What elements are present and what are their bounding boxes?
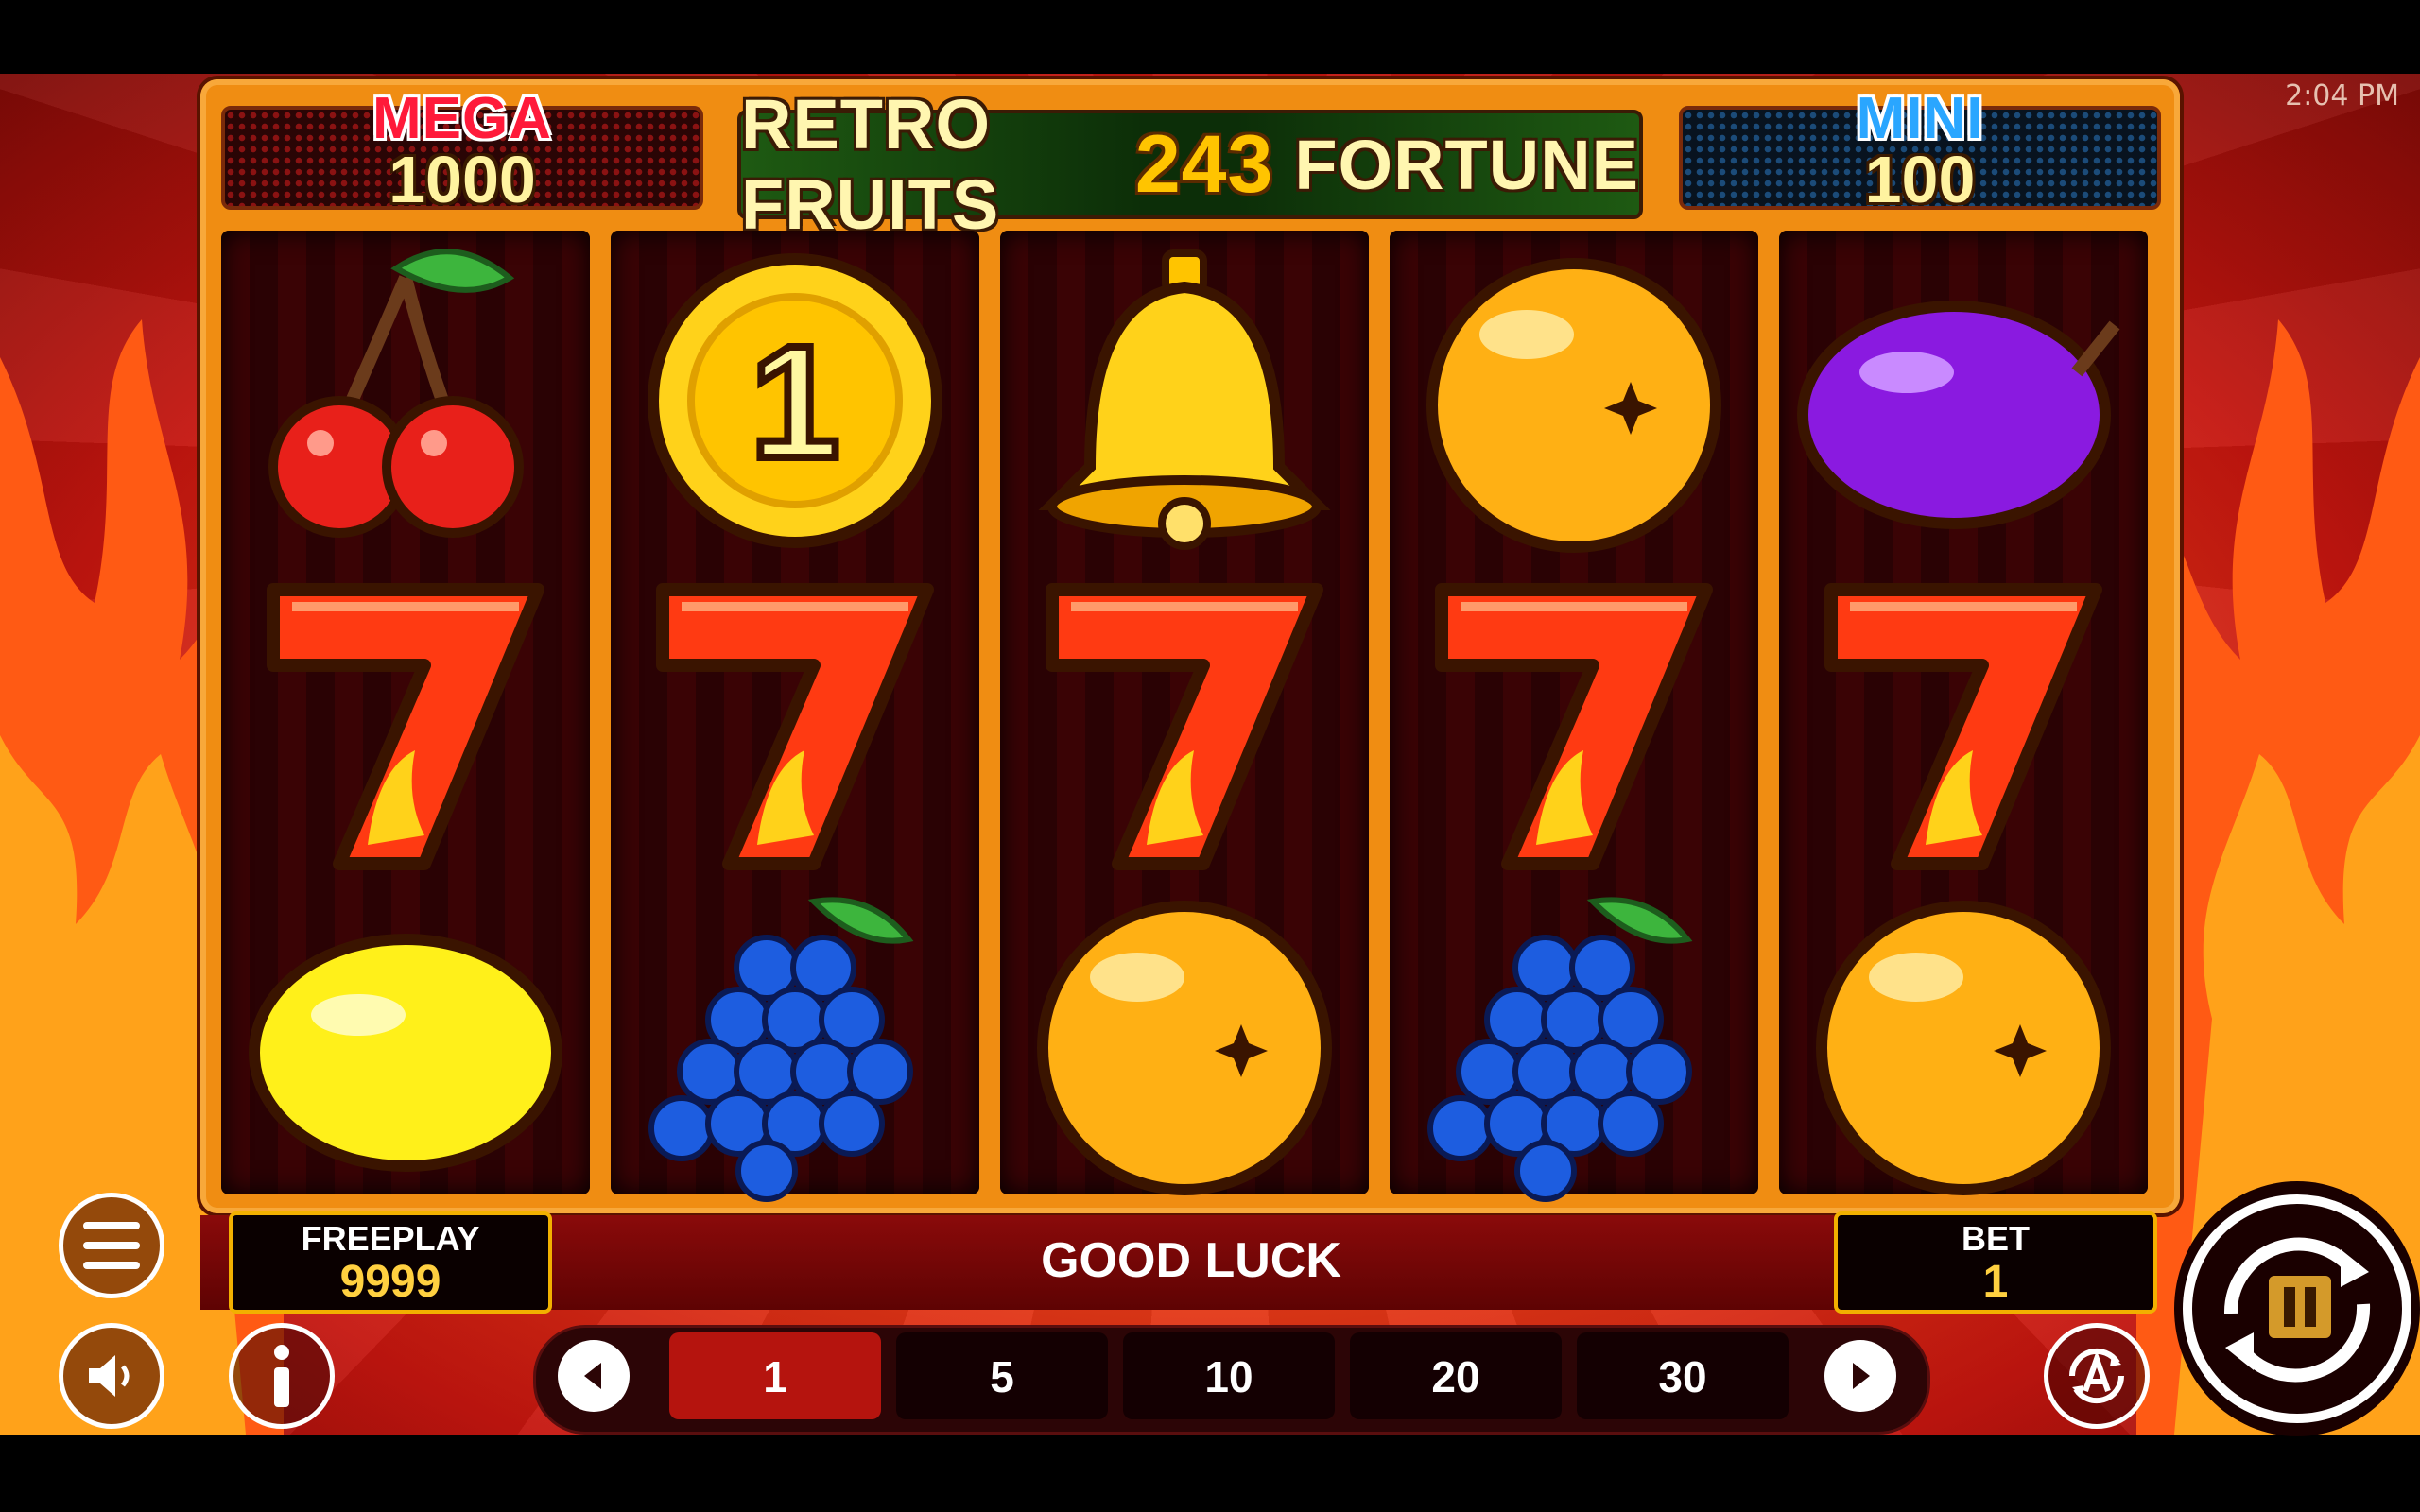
symbol-seven xyxy=(1014,561,1355,883)
prev-arrow-icon xyxy=(584,1363,601,1389)
freeplay-value: 9999 xyxy=(339,1257,441,1307)
spin-button[interactable] xyxy=(2174,1181,2420,1436)
mini-jackpot-value: 100 xyxy=(1864,143,1976,216)
mega-jackpot: MEGA 1000 xyxy=(221,86,703,216)
symbol-grapes xyxy=(625,883,965,1204)
status-message: GOOD LUCK xyxy=(1041,1233,1341,1288)
symbol-seven xyxy=(1404,561,1744,883)
next-arrow-icon xyxy=(1853,1363,1870,1389)
symbol-lemon xyxy=(235,883,576,1204)
symbol-cherry xyxy=(235,240,576,561)
symbol-orange xyxy=(1404,240,1744,561)
next-bet-button[interactable] xyxy=(1824,1340,1896,1412)
reel-5 xyxy=(1779,231,2148,1195)
prev-bet-button[interactable] xyxy=(558,1340,630,1412)
symbol-seven xyxy=(1793,561,2134,883)
menu-button[interactable] xyxy=(59,1193,164,1298)
status-time: 2:04 PM xyxy=(2285,79,2399,112)
bet-option-20[interactable]: 20 xyxy=(1350,1332,1562,1419)
slot-frame: MEGA 1000 RETRO FRUITS 243 FORTUNE MINI … xyxy=(200,79,2180,1213)
symbol-orange xyxy=(1014,883,1355,1204)
bet-option-1[interactable]: 1 xyxy=(669,1332,881,1419)
bet-option-10[interactable]: 10 xyxy=(1123,1332,1335,1419)
title-number: 243 xyxy=(1134,118,1274,210)
freeplay-box: FREEPLAY 9999 xyxy=(229,1211,552,1314)
autoplay-button[interactable] xyxy=(2044,1323,2150,1429)
bet-option-5[interactable]: 5 xyxy=(896,1332,1108,1419)
symbol-seven xyxy=(625,561,965,883)
bet-option-30[interactable]: 30 xyxy=(1577,1332,1789,1419)
coin-label: 1 xyxy=(751,313,840,492)
title-part2: FORTUNE xyxy=(1294,125,1639,204)
reel-3 xyxy=(1000,231,1369,1195)
reel-4 xyxy=(1390,231,1758,1202)
title-part1: RETRO FRUITS xyxy=(741,85,1000,244)
symbol-grapes xyxy=(1404,883,1744,1204)
menu-icon xyxy=(83,1222,140,1269)
info-icon xyxy=(274,1345,289,1407)
symbol-orange xyxy=(1793,883,2134,1204)
reel-2: 1 xyxy=(611,231,979,1202)
bet-box: BET 1 xyxy=(1834,1211,2157,1314)
info-button[interactable] xyxy=(229,1323,335,1429)
game-title: RETRO FRUITS 243 FORTUNE xyxy=(737,85,1643,244)
symbol-seven xyxy=(235,561,576,883)
mini-jackpot: MINI 100 xyxy=(1679,86,2161,216)
reel-1 xyxy=(221,231,590,1194)
symbol-coin-1: 1 xyxy=(625,240,965,561)
sound-button[interactable] xyxy=(59,1323,164,1429)
autoplay-icon xyxy=(2068,1348,2125,1404)
freeplay-label: FREEPLAY xyxy=(301,1219,480,1258)
bet-label: BET xyxy=(1962,1219,2030,1258)
sound-icon xyxy=(89,1355,130,1397)
bet-value: 1 xyxy=(1982,1257,2009,1307)
symbol-bell xyxy=(1014,240,1355,561)
symbol-plum xyxy=(1793,240,2134,561)
pause-icon xyxy=(2269,1276,2331,1338)
mega-jackpot-value: 1000 xyxy=(389,143,536,216)
